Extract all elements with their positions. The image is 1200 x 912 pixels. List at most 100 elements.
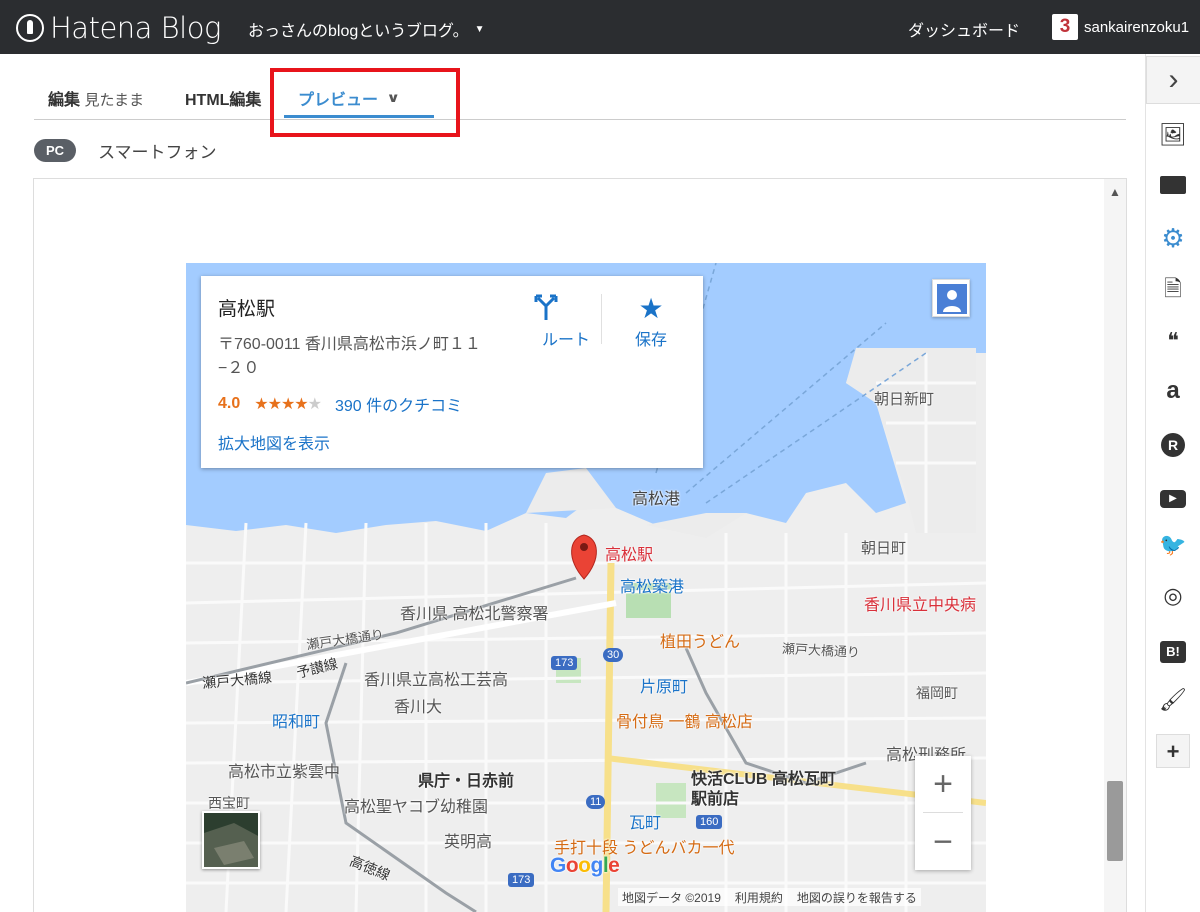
rating-value: 4.0: [218, 395, 241, 412]
label-jacob-kindergarten[interactable]: 高松聖ヤコブ幼稚園: [344, 793, 488, 817]
label-police-station[interactable]: 香川県 高松北警察署: [400, 600, 548, 624]
preview-scrollbar[interactable]: ▲: [1104, 179, 1126, 912]
tab-edit-mode: 見たまま: [84, 92, 145, 109]
report-error-link[interactable]: 地図の誤りを報告する: [797, 889, 917, 905]
label-kencho-nisseki[interactable]: 県庁・日赤前: [418, 767, 514, 791]
label-kataharamachi[interactable]: 片原町: [640, 673, 688, 697]
label-kogei-high[interactable]: 香川県立高松工芸高: [364, 666, 508, 690]
plus-icon[interactable]: +: [1156, 734, 1190, 768]
view-larger-map-link[interactable]: 拡大地図を表示: [218, 430, 330, 454]
label-kagawa-university[interactable]: 香川大: [394, 693, 442, 717]
tab-html-edit[interactable]: HTML編集: [185, 86, 261, 110]
embedded-google-map[interactable]: 高松駅 高松港 高松築港 香川県 高松北警察署 植田うどん 香川県立中央病 朝日…: [186, 263, 986, 912]
star-rating-icon: ★★★★★: [254, 394, 322, 414]
label-asahimachi: 朝日町: [861, 540, 907, 557]
label-honetsukidori[interactable]: 骨付鳥 一鶴 高松店: [616, 708, 753, 732]
place-info-card: 高松駅 〒760-0011 香川県高松市浜ノ町１１−２０ 4.0 ★★★★★ 3…: [201, 276, 703, 468]
route-173-shield: 173: [551, 656, 578, 670]
photo-icon[interactable]: 🖼: [1156, 118, 1190, 152]
smartphone-toggle[interactable]: スマートフォン: [98, 138, 217, 163]
top-bar: Hatena Blog おっさんのblogというブログ。 ▼ ダッシュボード 3…: [0, 0, 1200, 54]
map-data-credit: 地図データ ©2019: [622, 891, 721, 905]
label-takamatsu-station[interactable]: 高松駅: [605, 541, 653, 565]
hatena-logo-icon: [16, 14, 44, 42]
editor-tabs: 編集 見たまま HTML編集 プレビュー ∨: [0, 54, 1130, 120]
google-logo: Google: [550, 854, 620, 878]
collapse-sidebar-button[interactable]: ›: [1146, 56, 1200, 104]
label-kawaramachi[interactable]: 瓦町: [629, 809, 661, 833]
place-address: 〒760-0011 香川県高松市浜ノ町１１−２０: [218, 336, 481, 377]
caret-down-icon: ▼: [474, 23, 485, 35]
directions-button[interactable]: ルート: [531, 292, 601, 350]
gear-icon[interactable]: ⚙: [1156, 221, 1190, 255]
route-11-shield: 11: [586, 795, 606, 809]
hatena-blog-logo[interactable]: Hatena Blog: [16, 11, 221, 45]
tabs-divider: [34, 119, 1126, 120]
label-ueda-udon[interactable]: 植田うどん: [660, 628, 740, 652]
place-title: 高松駅: [218, 299, 276, 320]
scroll-up-icon[interactable]: ▲: [1109, 185, 1121, 199]
annotation-highlight-box: [270, 68, 460, 137]
map-attribution: 地図データ ©2019 利用規約 地図の誤りを報告する: [618, 888, 921, 906]
twitter-icon[interactable]: 🐦: [1156, 528, 1190, 562]
terms-link[interactable]: 利用規約: [735, 889, 783, 905]
zoom-in-button[interactable]: +: [915, 756, 971, 812]
google-logo-letter: e: [608, 854, 620, 877]
star-icon: ★: [638, 293, 664, 324]
label-eimei-high[interactable]: 英明高: [444, 828, 492, 852]
notification-badge[interactable]: 3: [1052, 14, 1078, 40]
satellite-toggle-thumbnail[interactable]: [202, 811, 260, 869]
brush-icon[interactable]: 🖌: [1156, 683, 1190, 717]
label-takamatsu-port[interactable]: 高松港: [632, 485, 680, 509]
google-logo-letter: G: [550, 854, 566, 877]
google-logo-letter: o: [565, 854, 579, 877]
route-160-shield: 160: [696, 815, 723, 829]
blog-selector[interactable]: おっさんのblogというブログ。 ▼: [248, 17, 485, 41]
document-icon[interactable]: 🗎: [1156, 272, 1190, 306]
label-kaikatsu-club[interactable]: 快活CLUB 高松瓦町駅前店: [691, 770, 836, 810]
blog-name: おっさんのblogというブログ。: [248, 23, 469, 40]
label-setoohashi-dori-east: 瀬戸大橋通り: [781, 640, 861, 661]
save-button[interactable]: ★ 保存: [616, 292, 686, 350]
scrollbar-thumb[interactable]: [1107, 781, 1123, 861]
save-label: 保存: [634, 332, 667, 349]
quote-icon[interactable]: ❝: [1156, 324, 1190, 358]
user-menu[interactable]: 3 sankairenzoku1: [1052, 14, 1189, 40]
zoom-out-button[interactable]: −: [915, 814, 971, 870]
directions-label: ルート: [541, 332, 590, 349]
stars-filled: ★★★★: [254, 396, 308, 413]
dashboard-link[interactable]: ダッシュボード: [908, 17, 1020, 41]
label-shiun-junior-high[interactable]: 高松市立紫雲中: [228, 758, 340, 782]
card-divider: [601, 294, 602, 344]
amazon-icon[interactable]: a: [1156, 374, 1190, 408]
route-30-shield: 30: [603, 648, 624, 662]
label-asahi-shinmachi: 朝日新町: [874, 391, 935, 408]
directions-icon: [531, 292, 601, 326]
tab-edit-label: 編集: [48, 92, 81, 109]
label-fukuokamachi: 福岡町: [916, 685, 958, 701]
label-central-hospital[interactable]: 香川県立中央病: [864, 591, 976, 615]
stars-empty: ★: [307, 396, 322, 413]
right-sidebar: › 🖼 ⚙ 🗎 ❝ a R ▶ 🐦 ◎ B! 🖌 +: [1145, 54, 1200, 912]
logo-text: Hatena Blog: [50, 11, 221, 45]
rakuten-icon[interactable]: R: [1156, 426, 1190, 460]
label-showacho[interactable]: 昭和町: [272, 708, 320, 732]
label-nishihomachi: 西宝町: [208, 795, 250, 811]
google-logo-letter: o: [578, 854, 591, 877]
instagram-icon[interactable]: ◎: [1156, 579, 1190, 613]
street-view-pegman-icon[interactable]: [932, 279, 970, 317]
reviews-link[interactable]: 390 件のクチコミ: [335, 392, 462, 416]
tab-edit[interactable]: 編集 見たまま: [48, 86, 144, 110]
zoom-divider: [923, 812, 963, 813]
folder-icon[interactable]: [1156, 170, 1190, 204]
route-173-shield-south: 173: [508, 873, 535, 887]
device-toggle: PC スマートフォン: [34, 138, 217, 163]
hatena-bookmark-icon[interactable]: B!: [1156, 632, 1190, 666]
zoom-controls: + −: [915, 756, 971, 870]
username: sankairenzoku1: [1084, 18, 1190, 36]
youtube-icon[interactable]: ▶: [1156, 477, 1190, 511]
pc-toggle[interactable]: PC: [34, 139, 77, 162]
label-takamatsu-chikko[interactable]: 高松築港: [620, 573, 684, 597]
place-rating: 4.0 ★★★★★ 390 件のクチコミ: [218, 392, 462, 416]
google-logo-letter: g: [590, 854, 604, 877]
